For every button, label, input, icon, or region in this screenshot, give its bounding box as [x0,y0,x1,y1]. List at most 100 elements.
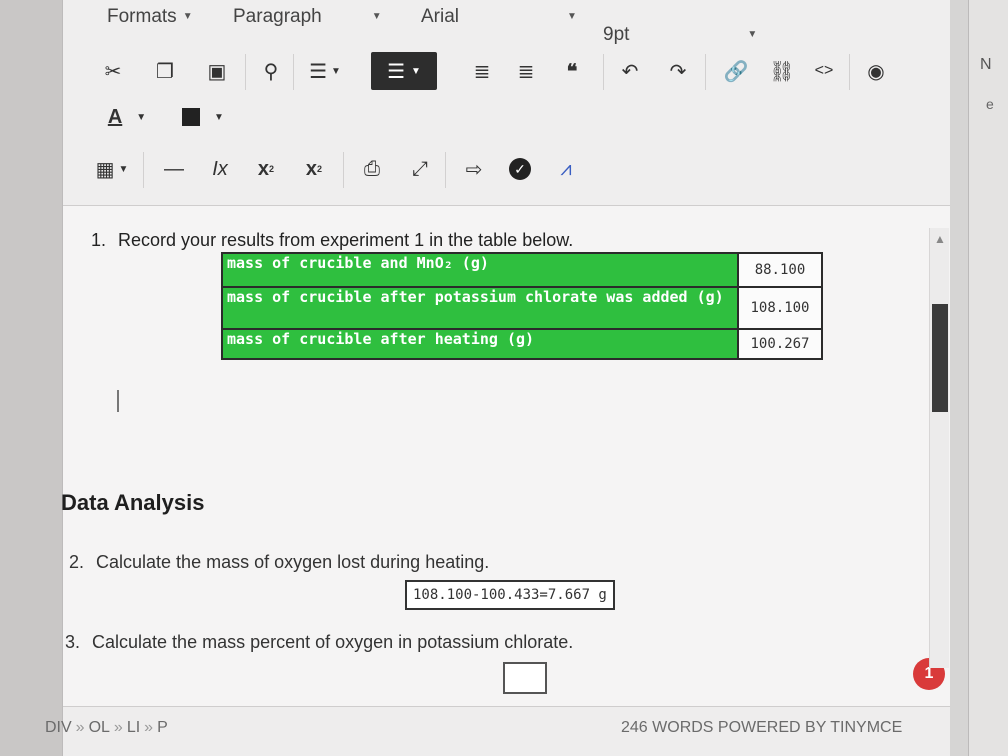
path-item[interactable]: P [157,719,168,736]
toolbar-divider [603,54,604,90]
cut-icon[interactable]: ✂ [93,52,133,90]
element-path: DIV» OL» LI» P [45,719,168,737]
toolbar-divider [445,152,446,188]
bullet-list-icon[interactable]: ☰ ▼ [297,52,353,90]
toolbar-row-color: A ▼ ▼ [93,98,943,138]
toolbar-divider [343,152,344,188]
unlink-icon[interactable]: ⛓ [765,52,799,90]
menu-row: Formats ▼ Paragraph ▼ Arial ▼ 9pt ▼ [107,6,947,45]
code-icon[interactable]: <> [809,52,839,90]
toolbar-divider [849,54,850,90]
background-color-button[interactable]: ▼ [173,98,233,136]
results-table: mass of crucible and MnO₂ (g) 88.100 mas… [221,252,823,360]
table-cell-label[interactable]: mass of crucible and MnO₂ (g) [221,252,739,288]
font-family-dropdown[interactable]: Arial ▼ [421,6,577,28]
undo-icon[interactable]: ↶ [613,52,647,90]
superscript-label: x [305,157,318,180]
side-panel: N e [950,0,1008,756]
answer-field[interactable]: 108.100-100.433=7.667 g [405,580,615,610]
question-1: 1. Record your results from experiment 1 … [91,230,573,251]
scrollbar-thumb[interactable] [932,304,948,412]
chevron-down-icon: ▼ [182,11,193,22]
question-2: 2. Calculate the mass of oxygen lost duri… [69,552,489,573]
status-bar: DIV» OL» LI» P 246 WORDS POWERED BY TINYMCE [45,706,951,756]
paragraph-label: Paragraph [233,6,322,27]
table-row: mass of crucible after heating (g) 100.2… [221,328,823,360]
table-cell-label[interactable]: mass of crucible after potassium chlorat… [221,286,739,330]
font-size-dropdown[interactable]: 9pt ▼ [603,24,757,46]
section-heading: Data Analysis [61,490,205,515]
find-icon[interactable]: ⚲ [253,52,289,90]
question-text: Calculate the mass of oxygen lost during… [96,552,490,572]
table-cell-label[interactable]: mass of crucible after heating (g) [221,328,739,360]
text-color-button[interactable]: A ▼ [97,98,157,136]
clear-format-label: Ix [212,157,228,180]
numbered-list-icon[interactable]: ☰ ▼ [371,52,437,90]
path-item[interactable]: DIV [45,719,72,736]
subscript-label: x [257,157,270,180]
toolbar-divider [293,54,294,90]
text-color-label: A [107,105,123,128]
side-text: e [986,96,994,112]
scrollbar[interactable]: ▲ [929,228,949,668]
share-icon[interactable]: ⇨ [457,150,491,188]
color-swatch-icon [182,108,201,126]
path-item[interactable]: OL [89,719,110,736]
path-item[interactable]: LI [127,719,140,736]
editor-content[interactable]: 1. Record your results from experiment 1 … [61,206,951,706]
chevron-down-icon: ▼ [214,111,224,123]
table-row: mass of crucible after potassium chlorat… [221,286,823,330]
paste-icon[interactable]: ▣ [199,52,235,90]
toolbar-row-edit: ✂ ❐ ▣ ⚲ ☰ ▼ ☰ ▼ ≣ ≣ ❝ ↶ ↷ 🔗 ⛓ <> ◉ [93,52,943,92]
horizontal-rule-icon[interactable]: — [157,150,191,188]
chevron-down-icon: ▼ [747,29,758,40]
link-icon[interactable]: 🔗 [719,52,753,90]
copy-icon[interactable]: ❐ [147,52,183,90]
toolbar-divider [245,54,246,90]
clear-format-icon[interactable]: Ix [203,150,237,188]
table-row: mass of crucible and MnO₂ (g) 88.100 [221,252,823,288]
check-icon[interactable]: ✓ [503,150,537,188]
side-text: N [980,56,992,73]
text-cursor [117,390,119,412]
chevron-down-icon: ▼ [136,111,147,123]
path-separator: » [75,719,85,736]
question-text: Record your results from experiment 1 in… [118,230,574,250]
table-icon[interactable]: ▦ ▼ [87,150,137,188]
rich-text-editor: Formats ▼ Paragraph ▼ Arial ▼ 9pt ▼ ✂ ❐ ▣ ⚲ … [45,0,951,756]
print-icon[interactable]: ⎙ [355,150,389,188]
side-strip [968,0,1008,756]
fullscreen-icon[interactable]: ⤢ [403,150,437,188]
blockquote-icon[interactable]: ❝ [555,52,589,90]
question-3: 3. Calculate the mass percent of oxygen i… [65,632,573,653]
chevron-down-icon: ▼ [371,11,382,22]
word-count: 246 WORDS POWERED BY TINYMCE [621,719,903,736]
preview-icon[interactable]: ◉ [859,52,893,90]
chart-icon[interactable]: ⩘ [549,150,583,188]
chevron-down-icon: ▼ [567,11,577,22]
paragraph-dropdown[interactable]: Paragraph ▼ [233,6,382,28]
toolbar-row-insert: ▦ ▼ — Ix x2 x2 ⎙ ⤢ ⇨ ✓ ⩘ [93,150,943,190]
superscript-icon[interactable]: x2 [297,150,331,188]
toolbar-divider [705,54,706,90]
formats-label: Formats [107,6,177,27]
chevron-up-icon[interactable]: ▲ [934,232,946,246]
path-separator: » [144,719,154,736]
path-separator: » [113,719,123,736]
subscript-icon[interactable]: x2 [249,150,283,188]
align-right-icon[interactable]: ≣ [509,52,543,90]
question-number: 1. [91,230,107,250]
table-cell-value[interactable]: 108.100 [737,286,823,330]
toolbar-divider [143,152,144,188]
align-left-icon[interactable]: ≣ [465,52,499,90]
question-text: Calculate the mass percent of oxygen in … [92,632,574,652]
table-cell-value[interactable]: 100.267 [737,328,823,360]
answer-field[interactable] [503,662,547,694]
table-cell-value[interactable]: 88.100 [737,252,823,288]
font-family-label: Arial [421,6,460,27]
font-size-label: 9pt [603,24,630,45]
formats-dropdown[interactable]: Formats ▼ [107,6,193,28]
redo-icon[interactable]: ↷ [661,52,695,90]
question-number: 2. [69,552,85,572]
editor-toolbar: Formats ▼ Paragraph ▼ Arial ▼ 9pt ▼ ✂ ❐ ▣ ⚲ … [63,0,951,206]
